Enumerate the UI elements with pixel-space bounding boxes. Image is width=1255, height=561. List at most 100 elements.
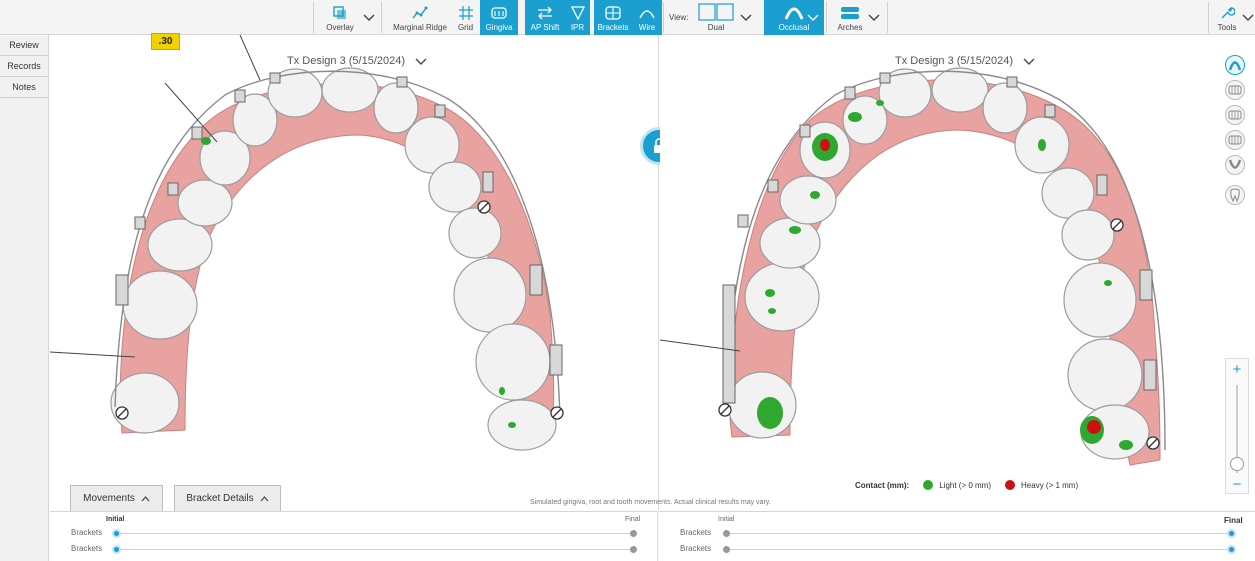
ipr-label: IPR — [570, 23, 585, 32]
timeline-track[interactable] — [116, 533, 634, 534]
grid-icon — [458, 6, 473, 20]
brackets-button[interactable]: Brackets — [594, 0, 632, 35]
toolbar-separator — [826, 2, 827, 33]
dual-view-button[interactable]: Dual — [696, 0, 736, 35]
zoom-thumb[interactable] — [1230, 457, 1244, 471]
lower-arch-icon — [1228, 159, 1242, 169]
gingiva-button[interactable]: Gingiva — [480, 0, 518, 35]
left-dental-arch-model — [50, 35, 564, 451]
upper-arch-icon — [1228, 61, 1242, 71]
lower-arch-view-button[interactable] — [1225, 155, 1245, 175]
sidebar-item-records[interactable]: Records — [0, 56, 48, 77]
timeline-track[interactable] — [726, 549, 1234, 550]
overlay-button[interactable]: Overlay — [318, 0, 362, 35]
tab-bracket-details[interactable]: Bracket Details — [174, 485, 281, 511]
left-side-view-button[interactable] — [1225, 130, 1245, 150]
top-toolbar: Overlay Marginal Ridge Grid Gingiva AP S… — [0, 0, 1255, 35]
timeline-initial-label: Initial — [106, 516, 125, 523]
bracket-details-tab-label: Bracket Details — [186, 493, 254, 504]
arches-chevron-down-icon[interactable] — [868, 12, 880, 22]
right-side-view-button[interactable] — [1225, 105, 1245, 125]
timeline-handle[interactable] — [1227, 529, 1236, 538]
teeth-front-icon — [1228, 85, 1242, 95]
toolbar-separator — [887, 2, 888, 33]
timeline-row-label: Brackets — [680, 544, 712, 553]
marginal-ridge-icon — [412, 6, 428, 19]
overlay-chevron-down-icon[interactable] — [363, 12, 375, 22]
arches-icon — [841, 7, 859, 19]
contact-legend-label: Contact (mm): — [855, 480, 910, 490]
tooth-icon — [1230, 188, 1240, 202]
marginal-ridge-label: Marginal Ridge — [393, 23, 447, 32]
ipr-icon — [570, 6, 585, 21]
dual-view-icon — [698, 3, 734, 21]
disclaimer-text: Simulated gingiva, root and tooth moveme… — [530, 499, 771, 506]
movements-tab-label: Movements — [83, 493, 135, 504]
zoom-in-icon[interactable]: + — [1226, 362, 1248, 377]
ap-shift-label: AP Shift — [530, 23, 560, 32]
overlay-icon — [333, 6, 346, 19]
contact-legend: Contact (mm): Light (> 0 mm) Heavy (> 1 … — [855, 480, 1078, 490]
occlusal-icon — [784, 7, 804, 20]
timeline-handle[interactable] — [112, 545, 121, 554]
gingiva-label: Gingiva — [485, 23, 513, 32]
left-sidebar: Review Records Notes — [0, 35, 49, 561]
timeline-row-label: Brackets — [680, 528, 712, 537]
timeline-endpoint[interactable] — [723, 530, 730, 537]
zoom-slider[interactable]: + − — [1225, 358, 1249, 494]
brackets-icon — [605, 6, 621, 20]
timeline-row-label: Brackets — [71, 528, 103, 537]
chevron-up-icon — [141, 496, 150, 502]
heavy-contact-label: Heavy (> 1 mm) — [1021, 480, 1079, 490]
toolbar-separator — [313, 2, 314, 33]
arches-label: Arches — [837, 23, 863, 32]
ipr-button[interactable]: IPR — [565, 0, 590, 35]
toolbar-separator — [1208, 2, 1209, 33]
sidebar-item-notes[interactable]: Notes — [0, 77, 48, 98]
timeline-endpoint[interactable] — [630, 530, 637, 537]
right-treatment-timeline: Initial Final Brackets Brackets — [659, 511, 1255, 561]
right-dental-arch-model — [660, 67, 1166, 466]
teeth-side-icon — [1228, 135, 1242, 145]
measurement-tag[interactable]: .30 — [151, 33, 180, 50]
light-contact-label: Light (> 0 mm) — [939, 480, 992, 490]
arches-button[interactable]: Arches — [832, 0, 868, 35]
dual-view-label: Dual — [707, 23, 725, 32]
overlay-label: Overlay — [326, 23, 354, 32]
upper-arch-view-button[interactable] — [1225, 55, 1245, 75]
chevron-up-icon — [260, 496, 269, 502]
teeth-side-icon — [1228, 110, 1242, 120]
marginal-ridge-button[interactable]: Marginal Ridge — [390, 0, 450, 35]
grid-button[interactable]: Grid — [453, 0, 478, 35]
timeline-track[interactable] — [116, 549, 634, 550]
timeline-initial-label: Initial — [718, 516, 735, 523]
grid-label: Grid — [457, 23, 474, 32]
tools-button[interactable]: Tools — [1212, 0, 1242, 35]
front-view-button[interactable] — [1225, 80, 1245, 100]
toolbar-separator — [663, 2, 664, 33]
toolbar-separator — [381, 2, 382, 33]
view-orientation-rail — [1225, 55, 1249, 210]
heavy-contact-swatch — [1005, 480, 1016, 490]
timeline-handle[interactable] — [112, 529, 121, 538]
timeline-endpoint[interactable] — [723, 546, 730, 553]
occlusal-label: Occlusal — [778, 23, 810, 32]
left-treatment-timeline: Initial Final Brackets Brackets — [50, 511, 658, 561]
timeline-row-label: Brackets — [71, 544, 103, 553]
right-3d-viewport[interactable]: Tx Design 3 (5/15/2024) — [660, 35, 1255, 511]
tools-chevron-down-icon[interactable] — [1242, 12, 1254, 22]
sidebar-item-review[interactable]: Review — [0, 35, 48, 56]
occlusal-chevron-down-icon[interactable] — [807, 12, 819, 22]
wire-button[interactable]: Wire — [632, 0, 662, 35]
timeline-handle[interactable] — [1227, 545, 1236, 554]
left-3d-viewport[interactable]: Tx Design 3 (5/15/2024) — [50, 35, 659, 511]
timeline-track[interactable] — [726, 533, 1234, 534]
timeline-final-label: Final — [1224, 516, 1243, 525]
tooth-view-button[interactable] — [1225, 185, 1245, 205]
zoom-out-icon[interactable]: − — [1226, 477, 1248, 492]
view-chevron-down-icon[interactable] — [740, 12, 752, 22]
tab-movements[interactable]: Movements — [70, 485, 163, 511]
ap-shift-icon — [538, 6, 552, 20]
timeline-endpoint[interactable] — [630, 546, 637, 553]
ap-shift-button[interactable]: AP Shift — [525, 0, 565, 35]
